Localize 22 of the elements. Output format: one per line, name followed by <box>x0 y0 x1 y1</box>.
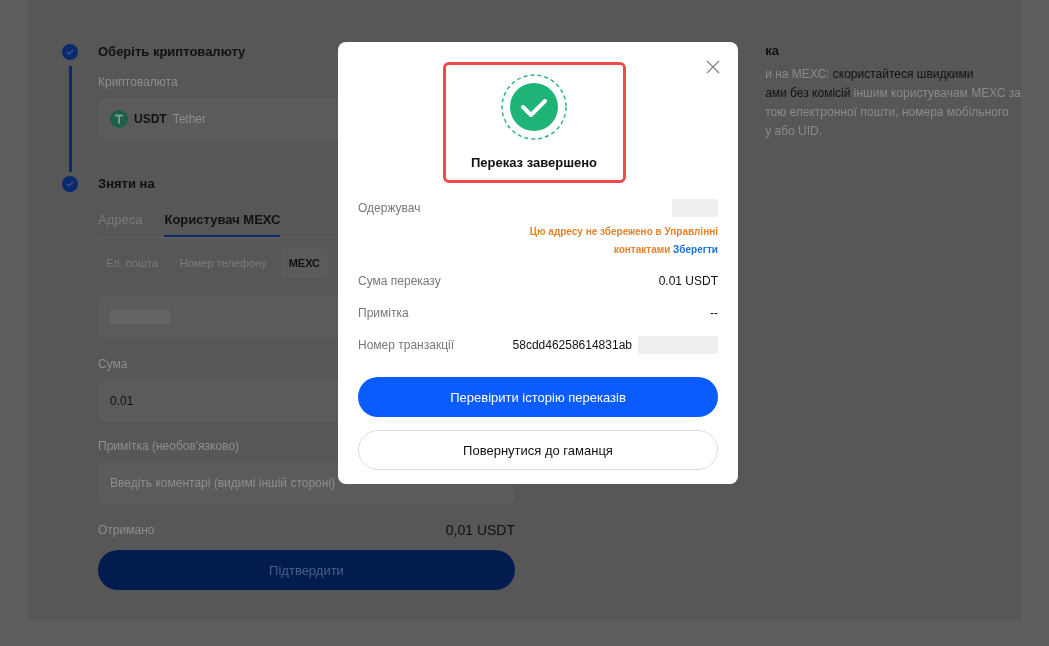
save-link[interactable]: Зберегти <box>673 244 718 255</box>
row-label: Сума переказу <box>358 274 441 288</box>
coin-icon <box>110 110 128 128</box>
row-label: Одержувач <box>358 201 421 215</box>
dialog-title: Переказ завершено <box>470 155 598 170</box>
step-title: Зняти на <box>98 175 156 193</box>
row-value: -- <box>710 306 718 320</box>
row-label: Примітка <box>358 306 409 320</box>
transfer-history-button[interactable]: Перевірити історію переказів <box>358 377 718 417</box>
close-icon[interactable] <box>706 60 720 74</box>
row-value: 0.01 USDT <box>658 274 718 288</box>
row-value: 58cdd46258614831ab <box>512 338 632 352</box>
step-title: Оберіть криптовалюту <box>98 43 247 61</box>
row-label: Номер транзакції <box>358 338 455 352</box>
confirm-button[interactable]: Підтвердити <box>98 550 515 590</box>
recipient-type-tab[interactable]: МЕХС <box>280 248 329 278</box>
info-heading: ка <box>765 42 780 60</box>
back-to-wallet-button[interactable]: Повернутися до гаманця <box>358 430 718 470</box>
unsaved-address-warning: Цю адресу не збережено в Управлінні контактами Зберегти <box>528 225 718 257</box>
success-check-icon <box>500 73 568 141</box>
received-value: 0,01 USDT <box>445 522 515 538</box>
tab[interactable]: Користувач МЕХС <box>164 204 281 237</box>
